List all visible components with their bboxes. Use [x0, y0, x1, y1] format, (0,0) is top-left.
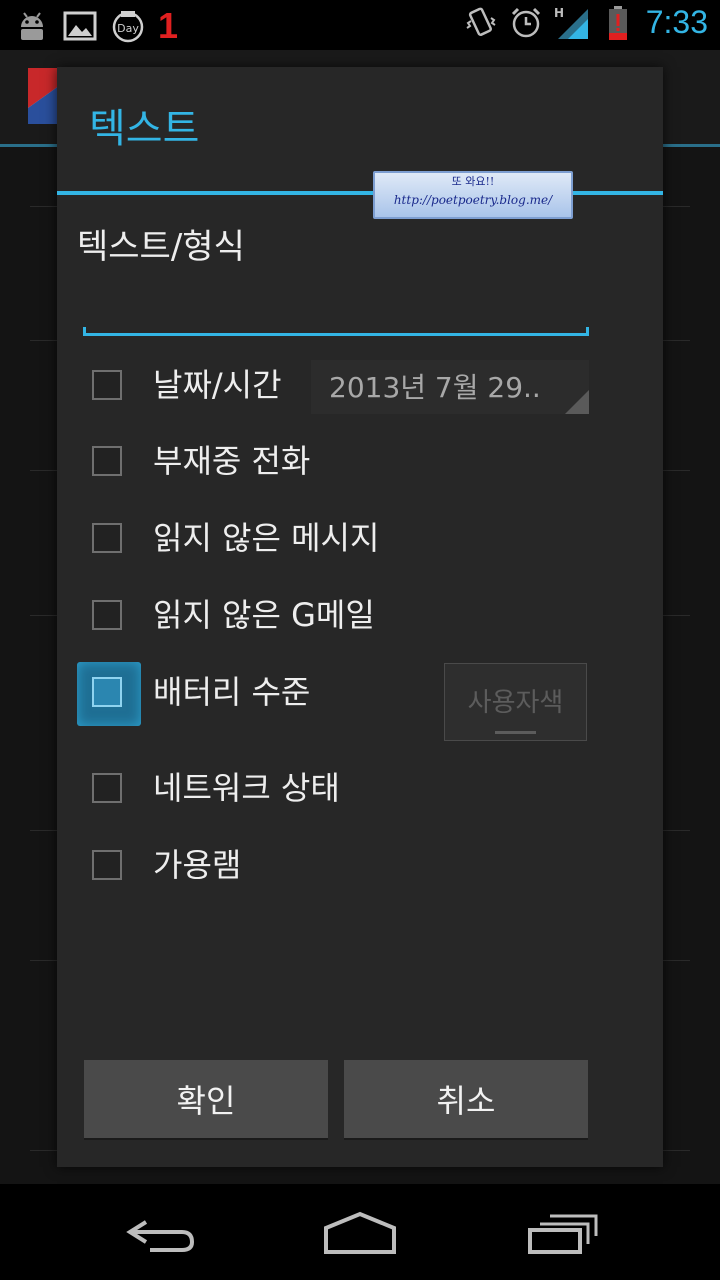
back-button[interactable] — [120, 1208, 200, 1258]
input-underline — [83, 327, 589, 336]
image-icon — [62, 8, 98, 44]
option-label: 읽지 않은 메시지 — [153, 519, 380, 557]
signal-h-icon: H — [554, 5, 590, 41]
checkbox-box — [92, 523, 122, 553]
android-debug-icon — [14, 8, 50, 44]
text-format-input[interactable] — [83, 287, 593, 339]
svg-text:H: H — [554, 6, 564, 20]
checkbox-datetime[interactable] — [77, 355, 141, 419]
navigation-bar — [0, 1184, 720, 1280]
option-available-ram[interactable]: 가용램 — [77, 832, 617, 902]
option-label: 날짜/시간 — [153, 366, 282, 404]
option-label: 가용램 — [153, 846, 242, 884]
dialog-title: 텍스트 — [89, 106, 200, 152]
checkbox-available-ram[interactable] — [77, 835, 141, 899]
option-missed-calls[interactable]: 부재중 전화 — [77, 428, 617, 498]
checkbox-box — [92, 370, 122, 400]
battery-low-icon — [600, 5, 636, 41]
checkbox-missed-calls[interactable] — [77, 431, 141, 495]
checkbox-box — [92, 773, 122, 803]
recent-apps-icon — [528, 1214, 598, 1254]
watermark-line2: http://poetpoetry.blog.me/ — [393, 193, 553, 207]
ok-button[interactable]: 확인 — [84, 1060, 328, 1138]
alarm-icon — [508, 5, 544, 41]
clock: 7:33 — [645, 4, 708, 40]
checkbox-network-status[interactable] — [77, 758, 141, 822]
option-label: 읽지 않은 G메일 — [153, 596, 375, 634]
checkbox-unread-gmail[interactable] — [77, 585, 141, 649]
back-icon — [126, 1220, 195, 1252]
text-settings-dialog: 텍스트 또 와요!! http://poetpoetry.blog.me/ 텍스… — [57, 67, 663, 1167]
option-unread-gmail[interactable]: 읽지 않은 G메일 — [77, 582, 617, 652]
date-format-value: 2013년 7월 29.. — [329, 371, 541, 404]
calendar-day-icon: Day — [110, 8, 146, 44]
option-unread-messages[interactable]: 읽지 않은 메시지 — [77, 505, 617, 575]
watermark-line1: 또 와요!! — [451, 175, 495, 188]
cancel-button[interactable]: 취소 — [344, 1060, 588, 1138]
checkbox-box — [92, 446, 122, 476]
checkbox-box — [92, 677, 122, 707]
home-button[interactable] — [320, 1208, 400, 1258]
checkbox-unread-messages[interactable] — [77, 508, 141, 572]
home-icon — [324, 1211, 396, 1254]
section-label: 텍스트/형식 — [77, 227, 245, 267]
recent-apps-button[interactable] — [522, 1208, 602, 1258]
color-indicator-bar — [495, 731, 536, 734]
option-label: 부재중 전화 — [153, 442, 311, 480]
blog-watermark: 또 와요!! http://poetpoetry.blog.me/ — [373, 171, 573, 219]
checkbox-box — [92, 850, 122, 880]
vibrate-icon — [462, 5, 498, 41]
notification-count: 1 — [158, 5, 179, 46]
option-network-status[interactable]: 네트워크 상태 — [77, 755, 617, 825]
status-bar: Day 1 H 7:33 — [0, 0, 720, 50]
custom-color-button[interactable]: 사용자색 — [444, 663, 587, 741]
checkbox-box — [92, 600, 122, 630]
option-label: 배터리 수준 — [153, 673, 311, 711]
option-label: 네트워크 상태 — [153, 769, 340, 807]
svg-text:Day: Day — [117, 22, 139, 35]
custom-color-label: 사용자색 — [467, 687, 564, 717]
date-format-spinner[interactable]: 2013년 7월 29.. — [311, 360, 589, 414]
spinner-corner-icon — [565, 390, 589, 414]
checkbox-battery-level[interactable] — [77, 662, 141, 726]
